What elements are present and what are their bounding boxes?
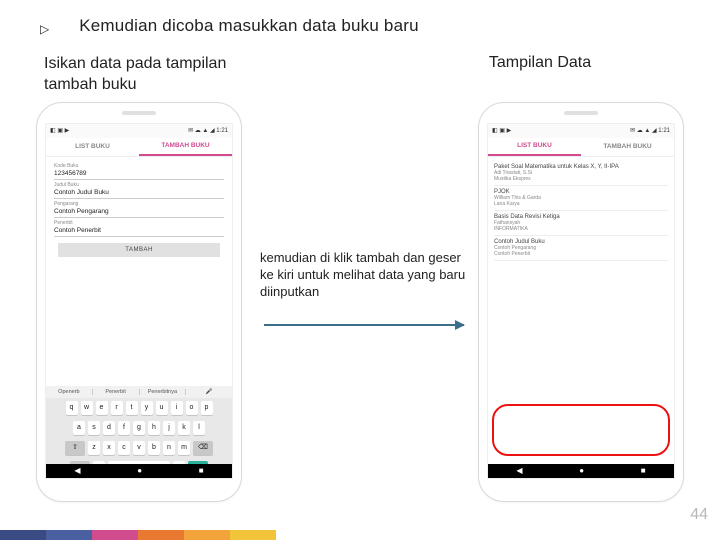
list-item[interactable]: Contoh Judul BukuContoh PengarangContoh … — [494, 236, 668, 261]
phone-left: ◧ ▣ ▶ ✉ ☁ ▲ ◢ 1:21 LIST BUKU TAMBAH BUKU… — [36, 102, 242, 502]
key-u[interactable]: u — [156, 401, 168, 415]
highlight-box — [492, 404, 670, 456]
key-o[interactable]: o — [186, 401, 198, 415]
key-w[interactable]: w — [81, 401, 93, 415]
key-e[interactable]: e — [96, 401, 108, 415]
middle-instruction: kemudian di klik tambah dan geser ke kir… — [260, 250, 470, 301]
status-right: ✉ ☁ ▲ ◢ 1:21 — [630, 127, 670, 134]
footer-bars — [0, 530, 276, 540]
suggestion[interactable]: Penerbit — [93, 389, 140, 395]
key-y[interactable]: y — [141, 401, 153, 415]
arrow-icon — [264, 324, 464, 326]
list-item[interactable]: Paket Soal Matematika untuk Kelas X, Y, … — [494, 161, 668, 186]
nav-home-icon[interactable]: ● — [579, 466, 584, 475]
key-r[interactable]: r — [111, 401, 123, 415]
bullet-icon: ▷ — [40, 16, 49, 42]
mic-icon[interactable]: 🎤 — [186, 389, 232, 395]
speaker — [122, 111, 156, 115]
key-b[interactable]: b — [148, 441, 160, 455]
suggestion[interactable]: Penerbitnya — [140, 389, 187, 395]
key-f[interactable]: f — [118, 421, 130, 435]
status-bar: ◧ ▣ ▶ ✉ ☁ ▲ ◢ 1:21 — [46, 124, 232, 138]
tambah-button[interactable]: TAMBAH — [58, 243, 220, 257]
phone-right: ◧ ▣ ▶ ✉ ☁ ▲ ◢ 1:21 LIST BUKU TAMBAH BUKU… — [478, 102, 684, 502]
key-m[interactable]: m — [178, 441, 190, 455]
suggestion[interactable]: Openerb — [46, 389, 93, 395]
input-penerbit[interactable]: Contoh Penerbit — [54, 226, 224, 237]
speaker — [564, 111, 598, 115]
key-q[interactable]: q — [66, 401, 78, 415]
key-c[interactable]: c — [118, 441, 130, 455]
list-item[interactable]: Basis Data Revisi KetigaFathansyahINFORM… — [494, 211, 668, 236]
key-⌫[interactable]: ⌫ — [193, 441, 213, 455]
status-left: ◧ ▣ ▶ — [492, 127, 511, 134]
key-h[interactable]: h — [148, 421, 160, 435]
status-bar: ◧ ▣ ▶ ✉ ☁ ▲ ◢ 1:21 — [488, 124, 674, 138]
nav-back-icon[interactable]: ◀ — [74, 466, 80, 475]
status-right: ✉ ☁ ▲ ◢ 1:21 — [188, 127, 228, 134]
input-judul[interactable]: Contoh Judul Buku — [54, 188, 224, 199]
list-item[interactable]: PJOKWilliam This & GardaLana Karya — [494, 186, 668, 211]
nav-home-icon[interactable]: ● — [137, 466, 142, 475]
input-pengarang[interactable]: Contoh Pengarang — [54, 207, 224, 218]
key-t[interactable]: t — [126, 401, 138, 415]
key-d[interactable]: d — [103, 421, 115, 435]
key-p[interactable]: p — [201, 401, 213, 415]
key-i[interactable]: i — [171, 401, 183, 415]
key-n[interactable]: n — [163, 441, 175, 455]
tab-list-buku[interactable]: LIST BUKU — [46, 138, 139, 156]
status-left: ◧ ▣ ▶ — [50, 127, 69, 134]
tab-tambah-buku[interactable]: TAMBAH BUKU — [139, 138, 232, 156]
keyboard: Openerb Penerbit Penerbitnya 🎤 qwertyuio… — [46, 386, 232, 478]
caption-right: Tampilan Data — [440, 54, 640, 96]
key-g[interactable]: g — [133, 421, 145, 435]
bullet-text: Kemudian dicoba masukkan data buku baru — [79, 16, 419, 36]
key-s[interactable]: s — [88, 421, 100, 435]
page-number: 44 — [690, 506, 708, 524]
tab-list-buku[interactable]: LIST BUKU — [488, 138, 581, 156]
caption-left: Isikan data pada tampilan tambah buku — [44, 54, 244, 96]
key-z[interactable]: z — [88, 441, 100, 455]
key-k[interactable]: k — [178, 421, 190, 435]
key-x[interactable]: x — [103, 441, 115, 455]
nav-recent-icon[interactable]: ■ — [641, 466, 646, 475]
key-a[interactable]: a — [73, 421, 85, 435]
input-kode[interactable]: 123456789 — [54, 169, 224, 180]
nav-back-icon[interactable]: ◀ — [516, 466, 522, 475]
nav-recent-icon[interactable]: ■ — [199, 466, 204, 475]
key-j[interactable]: j — [163, 421, 175, 435]
tab-tambah-buku[interactable]: TAMBAH BUKU — [581, 138, 674, 156]
key-v[interactable]: v — [133, 441, 145, 455]
key-⇧[interactable]: ⇧ — [65, 441, 85, 455]
key-l[interactable]: l — [193, 421, 205, 435]
